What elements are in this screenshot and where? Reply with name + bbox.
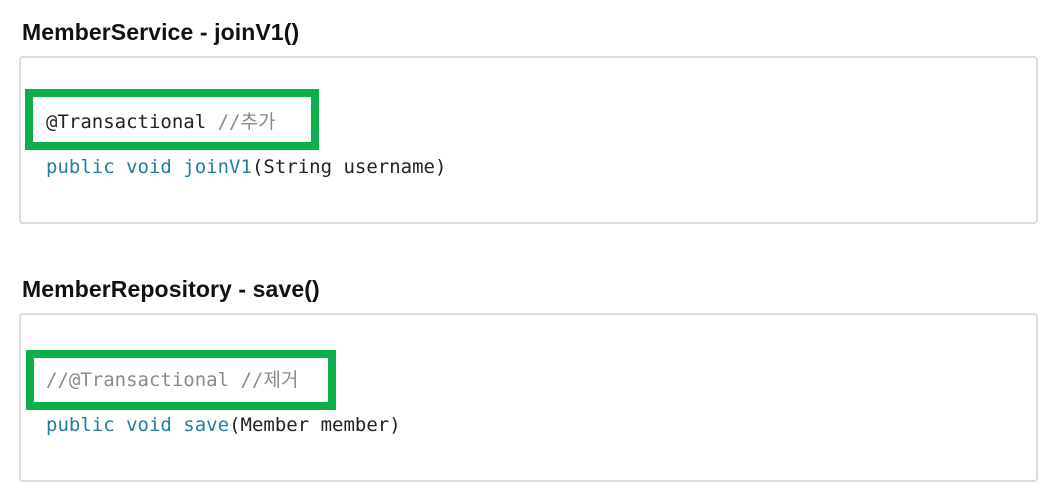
code-block-member-service: @Transactional //추가 public void joinV1(S… [19,56,1038,224]
method-params: (Member member) [229,414,401,436]
method-params: (String username) [251,156,447,178]
method-modifiers: public void [46,156,172,178]
method-name: save [183,414,230,436]
annotation-text: @Transactional [46,111,207,133]
code-block-member-repository: //@Transactional //제거 public void save(M… [19,313,1038,482]
annotation-comment: //추가 [217,111,276,133]
annotation-line: //@Transactional //제거 [46,368,298,392]
method-modifiers: public void [46,414,172,436]
section-title-member-service: MemberService - joinV1() [22,19,300,45]
section-title-member-repository: MemberRepository - save() [22,276,320,302]
method-signature-line: public void save(Member member) [46,413,401,437]
annotation-line: @Transactional //추가 [46,110,275,134]
method-signature-line: public void joinV1(String username) [46,155,446,179]
method-name: joinV1 [183,156,252,178]
annotation-comment: //@Transactional //제거 [46,369,299,391]
